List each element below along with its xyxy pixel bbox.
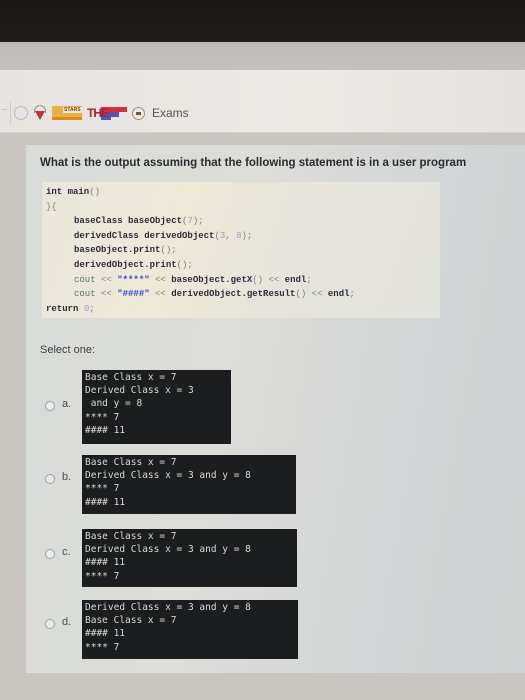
output-line: **** 7: [85, 570, 120, 582]
output-line: Derived Class x = 3 and y = 8: [85, 602, 251, 613]
logo-strip: STARS THE Exams: [14, 104, 189, 122]
code-line: baseObject.print();: [74, 243, 177, 257]
output-line: Derived Class x = 3 and y = 8: [85, 470, 251, 482]
header-title[interactable]: Exams: [152, 106, 189, 120]
output-line: #### 11: [85, 557, 126, 569]
option-letter: d.: [62, 616, 72, 628]
code-token: <<: [95, 289, 118, 300]
question-text: What is the output assuming that the fol…: [40, 157, 467, 169]
output-line: #### 11: [85, 628, 126, 640]
shield-logo-icon[interactable]: [33, 105, 47, 121]
output-line: Base Class x = 7: [85, 531, 177, 542]
code-block: int main()}{baseClass baseObject(7); deri…: [42, 182, 440, 318]
code-token: <<: [149, 274, 172, 285]
stars-logo-text: STARS: [63, 107, 82, 113]
output-line: Base Class x = 7: [85, 457, 177, 468]
option-output-console: Base Class x = 7 Derived Class x = 3 and…: [82, 455, 296, 514]
code-token: <<: [95, 274, 118, 285]
code-line: derivedObject.print();: [74, 258, 193, 272]
option-output-console: Derived Class x = 3 and y = 8 Base Class…: [82, 600, 298, 659]
code-line: cout << "####" << derivedObject.getResul…: [74, 287, 355, 301]
output-line: **** 7: [85, 483, 120, 495]
code-token: derivedClass derivedObject: [74, 230, 215, 241]
exams-seal-logo-icon[interactable]: [132, 106, 145, 120]
code-line: cout << "****" << baseObject.getX() << e…: [74, 273, 312, 287]
header-left-mark: ...: [2, 106, 8, 112]
code-token: ;: [349, 289, 355, 300]
code-token: (): [252, 274, 264, 285]
option-letter: a.: [62, 398, 72, 410]
the-logo-text: THE: [87, 106, 109, 120]
stars-logo-icon[interactable]: STARS: [52, 106, 82, 120]
code-token: <<: [149, 289, 172, 300]
code-token: int main: [46, 187, 90, 197]
code-token: endl: [284, 274, 307, 285]
code-token: (): [89, 187, 101, 197]
code-line: baseClass baseObject(7);: [74, 214, 204, 228]
option-letter: b.: [62, 471, 72, 483]
code-token: return: [46, 303, 84, 314]
radio-button[interactable]: [45, 619, 55, 629]
code-token: cout: [74, 289, 96, 300]
round-seal-logo-icon[interactable]: [14, 106, 28, 120]
code-token: "####": [117, 289, 150, 300]
output-line: #### 11: [85, 424, 126, 436]
output-line: Derived Class x = 3: [85, 385, 194, 397]
radio-button[interactable]: [45, 474, 55, 484]
code-token: derivedObject.getResult: [171, 289, 296, 300]
code-token: );: [192, 216, 204, 227]
code-token: <<: [263, 274, 285, 285]
code-token: endl: [327, 289, 350, 300]
site-header: ... STARS THE Exams: [0, 70, 525, 133]
code-token: baseObject.print: [74, 245, 161, 256]
output-line: **** 7: [85, 641, 120, 653]
option-output-console: Base Class x = 7 Derived Class x = 3 and…: [82, 529, 297, 587]
select-one-label: Select one:: [40, 344, 96, 356]
screen-bezel: [0, 0, 525, 44]
code-token: "****": [117, 274, 150, 285]
header-divider: [10, 102, 11, 124]
option-output-console: Base Class x = 7 Derived Class x = 3 and…: [82, 370, 231, 444]
browser-chrome-strip: [0, 42, 525, 70]
code-token: cout: [74, 274, 96, 285]
output-line: Base Class x = 7: [85, 372, 177, 383]
code-token: (): [295, 289, 307, 300]
code-token: );: [241, 230, 253, 241]
code-token: ();: [176, 260, 193, 270]
code-token: baseObject.getX: [171, 274, 253, 285]
code-token: <<: [306, 289, 328, 300]
output-line: and y = 8: [85, 398, 143, 410]
output-line: Base Class x = 7: [85, 615, 177, 627]
code-line: }{: [46, 200, 57, 214]
output-line: #### 11: [85, 496, 126, 508]
code-token: ();: [160, 245, 177, 256]
code-line: return 0;: [46, 302, 95, 316]
code-line: derivedClass derivedObject(3, 8);: [74, 229, 252, 243]
radio-button[interactable]: [45, 401, 55, 411]
output-line: **** 7: [85, 411, 120, 423]
code-token: ;: [306, 274, 312, 285]
code-token: derivedObject.print: [74, 260, 177, 270]
question-card: What is the output assuming that the fol…: [26, 145, 525, 673]
option-letter: c.: [62, 546, 71, 558]
code-line: int main(): [46, 185, 100, 199]
code-token: ;: [89, 303, 95, 314]
code-token: }{: [46, 201, 57, 212]
the-rankings-logo-icon[interactable]: THE: [87, 106, 127, 120]
code-token: ,: [225, 230, 237, 241]
code-token: baseClass baseObject: [74, 216, 183, 227]
output-line: Derived Class x = 3 and y = 8: [85, 544, 251, 556]
radio-button[interactable]: [45, 549, 55, 559]
